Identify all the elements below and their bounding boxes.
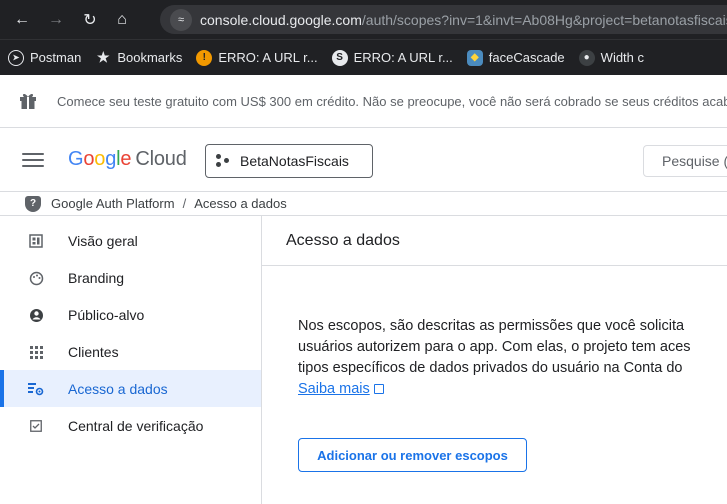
data-access-icon [28, 381, 44, 397]
sidebar-item-label: Central de verificação [68, 417, 204, 434]
sidebar-item-label: Visão geral [68, 232, 138, 249]
scopes-description: Nos escopos, são descritas as permissões… [298, 316, 727, 400]
search-placeholder: Pesquise (/) [662, 153, 727, 169]
bookmark-label: Width c [600, 50, 645, 65]
grid-icon [28, 344, 44, 360]
sidebar-item-label: Público-alvo [68, 306, 145, 323]
s-logo-icon: S [331, 49, 348, 66]
project-name: BetaNotasFiscais [240, 153, 349, 169]
bookmark-label: ERRO: A URL r... [218, 50, 318, 65]
bookmark-label: faceCascade [488, 50, 565, 65]
python-icon: ◆ [466, 49, 483, 66]
bookmark-width[interactable]: ● Width c [578, 49, 645, 66]
bookmark-label: ERRO: A URL r... [353, 50, 453, 65]
star-icon: ★ [97, 49, 110, 65]
google-cloud-logo[interactable]: Google Cloud [68, 148, 187, 171]
breadcrumb-current: Acesso a dados [194, 196, 287, 211]
shield-icon: ? [25, 195, 41, 212]
palette-icon [28, 270, 44, 286]
bookmark-erro-2[interactable]: S ERRO: A URL r... [331, 49, 453, 66]
bookmark-label: Bookmarks [117, 50, 183, 65]
description-line: usuários autorizem para o app. Com elas,… [298, 339, 691, 355]
sidebar-item-visao-geral[interactable]: Visão geral [0, 222, 261, 259]
verification-icon [28, 418, 44, 434]
sidebar-item-label: Branding [68, 269, 125, 286]
sidebar-item-label: Acesso a dados [68, 380, 168, 397]
cloud-header: GoogleCloud BetaNotasFiscais Pesquise (/… [0, 128, 727, 192]
breadcrumb: ? Google Auth Platform / Acesso a dados [0, 192, 727, 216]
reload-icon[interactable]: ↻ [78, 8, 102, 32]
bookmark-erro-1[interactable]: ! ERRO: A URL r... [196, 49, 318, 66]
sidebar: Visão geral Branding Público-alvo Client… [0, 216, 262, 504]
bookmarks-bar: ➤ Postman ★ Bookmarks ! ERRO: A URL r...… [0, 39, 727, 75]
bookmark-postman[interactable]: ➤ Postman [8, 49, 82, 66]
browser-toolbar: ← → ↻ ⌂ ≈ console.cloud.google.com/auth/… [0, 0, 727, 39]
description-line: tipos específicos de dados privados do u… [298, 360, 683, 376]
bookmark-folder[interactable]: ★ Bookmarks [95, 49, 183, 66]
back-icon[interactable]: ← [10, 8, 34, 32]
menu-icon[interactable] [22, 152, 44, 167]
sidebar-item-label: Clientes [68, 343, 119, 360]
home-icon[interactable]: ⌂ [110, 8, 134, 32]
breadcrumb-separator: / [182, 196, 187, 211]
sidebar-item-central-de-verificacao[interactable]: Central de verificação [0, 407, 261, 444]
url-text: console.cloud.google.com/auth/scopes?inv… [200, 11, 727, 28]
address-bar[interactable]: ≈ console.cloud.google.com/auth/scopes?i… [160, 5, 727, 34]
search-input[interactable]: Pesquise (/) [643, 145, 727, 177]
page-title: Acesso a dados [262, 216, 727, 266]
sidebar-item-acesso-a-dados[interactable]: Acesso a dados [0, 370, 261, 407]
learn-more-link[interactable]: Saiba mais [298, 381, 370, 397]
external-link-icon [373, 384, 384, 394]
sidebar-item-publico-alvo[interactable]: Público-alvo [0, 296, 261, 333]
bookmark-label: Postman [30, 50, 82, 65]
description-line: Nos escopos, são descritas as permissões… [298, 318, 685, 334]
warning-icon: ! [196, 49, 213, 66]
project-picker[interactable]: BetaNotasFiscais [205, 144, 373, 178]
learn-more-label: Saiba mais [298, 381, 370, 397]
promo-text: Comece seu teste gratuito com US$ 300 em… [57, 93, 727, 109]
account-icon [28, 307, 44, 323]
sidebar-item-branding[interactable]: Branding [0, 259, 261, 296]
forward-icon[interactable]: → [44, 8, 68, 32]
logo-cloud: Cloud [135, 148, 187, 170]
gift-icon [19, 92, 37, 110]
free-trial-banner: Comece seu teste gratuito com US$ 300 em… [0, 75, 727, 128]
project-icon [216, 154, 230, 168]
bookmark-facecascade[interactable]: ◆ faceCascade [466, 49, 565, 66]
site-info-icon[interactable]: ≈ [170, 8, 192, 31]
sidebar-item-clientes[interactable]: Clientes [0, 333, 261, 370]
logo-google: Google [68, 148, 132, 170]
breadcrumb-root[interactable]: Google Auth Platform [51, 196, 175, 211]
add-remove-scopes-button[interactable]: Adicionar ou remover escopos [298, 438, 527, 472]
dashboard-icon [28, 233, 44, 249]
github-icon: ● [578, 49, 595, 66]
main-content: Acesso a dados Nos escopos, são descrita… [262, 216, 727, 504]
postman-icon: ➤ [8, 49, 24, 66]
